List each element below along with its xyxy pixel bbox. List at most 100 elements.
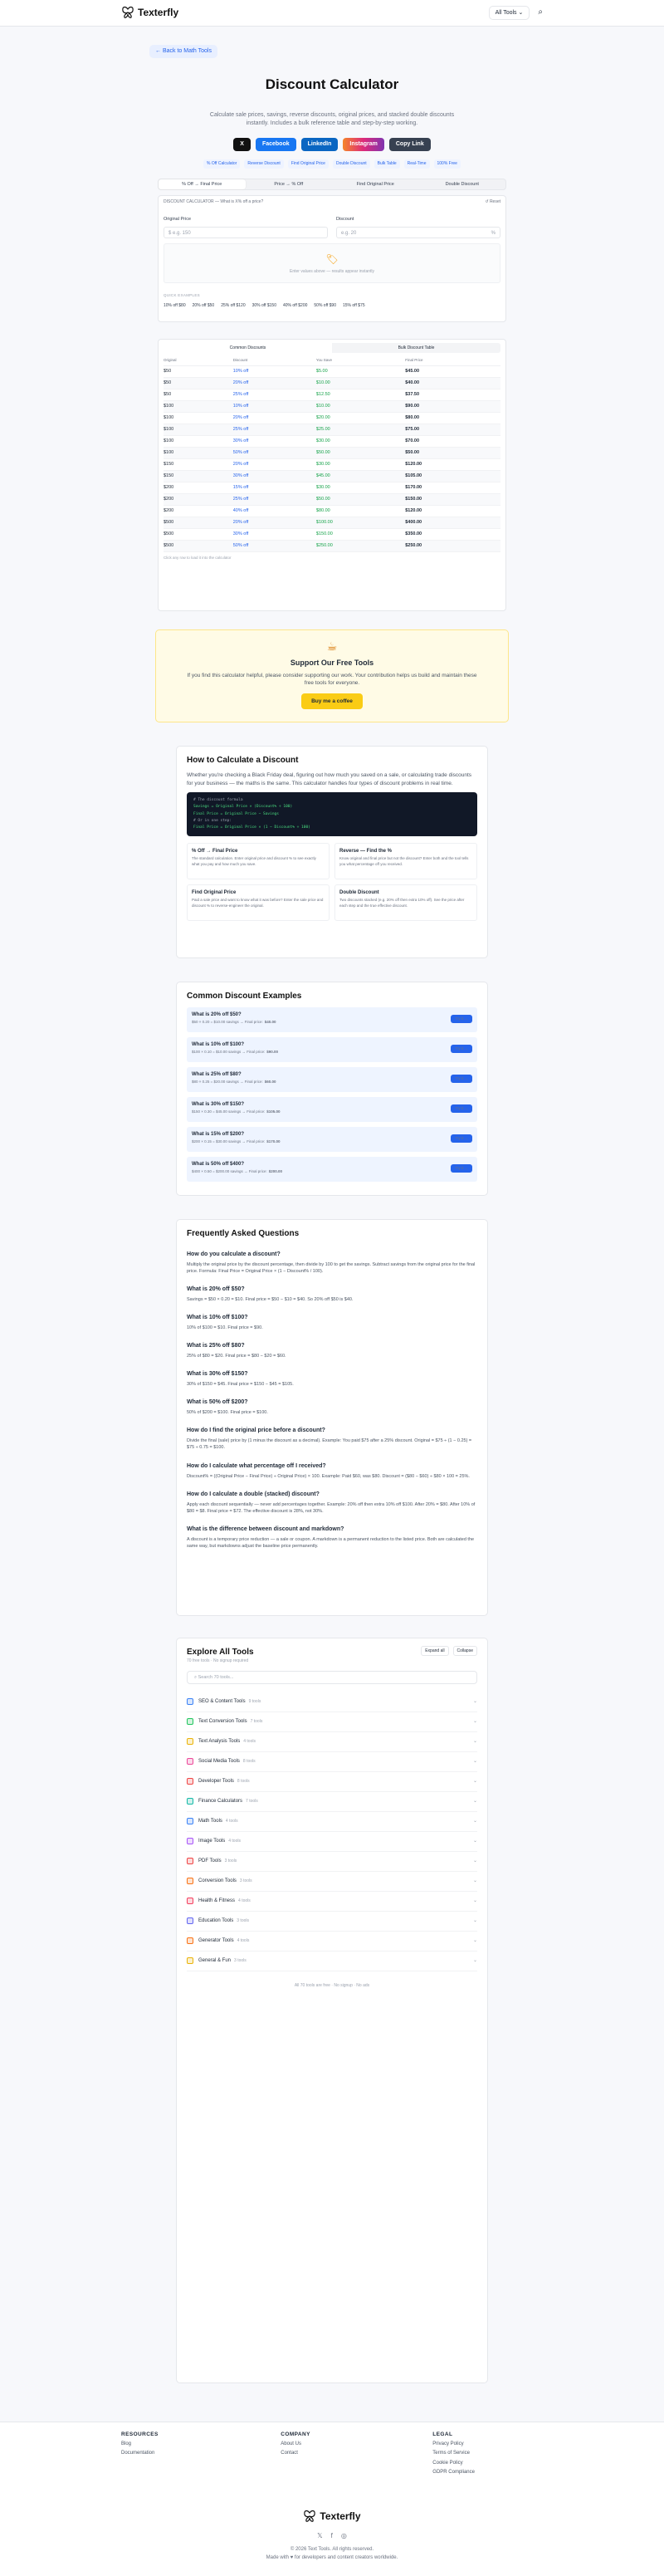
footer-link[interactable]: Blog [121, 2441, 159, 2447]
tab-percent-off[interactable]: % Off → Final Price [159, 179, 246, 189]
footer-link[interactable]: About Us [281, 2441, 310, 2447]
x-icon[interactable]: 𝕏 [317, 2531, 322, 2540]
tool-category[interactable]: Education Tools 3 tools ⌄ [187, 1912, 477, 1932]
tool-category[interactable]: Conversion Tools 3 tools ⌄ [187, 1872, 477, 1892]
example-final: $90.00 [266, 1050, 279, 1055]
type-desc: Two discounts stacked (e.g. 20% off then… [339, 898, 465, 908]
footer-link[interactable]: Contact [281, 2450, 310, 2456]
footer-logo[interactable]: Texterfly [121, 2510, 543, 2524]
instagram-icon[interactable]: ◎ [341, 2531, 347, 2540]
tool-category[interactable]: SEO & Content Tools 9 tools ⌄ [187, 1692, 477, 1712]
try-it-button[interactable]: Try it → [451, 1044, 472, 1054]
share-linkedin-button[interactable]: LinkedIn [300, 137, 339, 151]
faq-answer: Apply each discount sequentially — never… [187, 1501, 476, 1514]
table-row[interactable]: $200 15% off $30.00 $170.00 [164, 482, 500, 495]
table-row[interactable]: $200 40% off $80.00 $120.00 [164, 505, 500, 518]
category-count: 7 tools [250, 1718, 263, 1724]
explore-subtitle: 70 free tools · No signup required [187, 1658, 249, 1663]
tool-category[interactable]: Generator Tools 4 tools ⌄ [187, 1932, 477, 1952]
table-row[interactable]: $100 10% off $10.00 $90.00 [164, 400, 500, 414]
table-row[interactable]: $500 50% off $250.00 $250.00 [164, 540, 500, 553]
table-cell: $200 [164, 505, 233, 518]
table-cell: $30.00 [315, 482, 406, 495]
table-row[interactable]: $100 25% off $25.00 $75.00 [164, 424, 500, 437]
tool-category[interactable]: Health & Fitness 4 tools ⌄ [187, 1892, 477, 1912]
share-facebook-button[interactable]: Facebook [255, 137, 296, 151]
reset-button[interactable]: ↺ Reset [485, 199, 500, 205]
try-it-button[interactable]: Try it → [451, 1163, 472, 1173]
table-cell: $150 [164, 458, 233, 472]
discount-input[interactable]: e.g. 20% [336, 226, 500, 238]
tool-category[interactable]: Developer Tools 8 tools ⌄ [187, 1772, 477, 1792]
quick-example-button[interactable]: 40% off $200 [283, 303, 307, 309]
buy-coffee-button[interactable]: Buy me a coffee [301, 693, 363, 710]
example-card: What is 15% off $200? $200 × 0.15 = $30.0… [187, 1126, 477, 1152]
footer-column: LEGAL Privacy Policy Terms of Service Cooki… [432, 2431, 475, 2476]
top-navbar: Texterfly All Tools ⌄ ⌕ [0, 0, 664, 27]
footer-link[interactable]: Terms of Service [432, 2450, 475, 2456]
expand-all-button[interactable]: Expand all [421, 1645, 449, 1656]
share-x-button[interactable]: X [233, 137, 251, 151]
tool-category[interactable]: Text Conversion Tools 7 tools ⌄ [187, 1712, 477, 1732]
quick-example-button[interactable]: 50% off $90 [314, 303, 336, 309]
example-working: $150 × 0.30 = $45.00 savings → Final pri… [192, 1109, 266, 1114]
footer-link[interactable]: Documentation [121, 2450, 159, 2456]
table-row[interactable]: $50 10% off $5.00 $45.00 [164, 365, 500, 379]
tool-category[interactable]: Text Analysis Tools 4 tools ⌄ [187, 1732, 477, 1752]
collapse-button[interactable]: Collapse [452, 1645, 477, 1656]
table-row[interactable]: $150 30% off $45.00 $105.00 [164, 470, 500, 483]
share-instagram-button[interactable]: Instagram [343, 137, 384, 151]
footer-link[interactable]: Privacy Policy [432, 2441, 475, 2447]
tool-category[interactable]: PDF Tools 3 tools ⌄ [187, 1852, 477, 1872]
table-row[interactable]: $50 25% off $12.50 $37.50 [164, 389, 500, 402]
try-it-button[interactable]: Try it → [451, 1134, 472, 1144]
search-icon[interactable]: ⌕ [538, 7, 543, 18]
footer-link[interactable]: Cookie Policy [432, 2460, 475, 2466]
tool-category[interactable]: Math Tools 4 tools ⌄ [187, 1812, 477, 1832]
quick-example-button[interactable]: 30% off $150 [252, 303, 276, 309]
tab-common-discounts[interactable]: Common Discounts [164, 342, 332, 353]
quick-example-button[interactable]: 25% off $120 [221, 303, 245, 309]
brand-logo[interactable]: Texterfly [121, 6, 178, 20]
tab-double-discount[interactable]: Double Discount [419, 179, 506, 189]
faq-item: How do I calculate a double (stacked) di… [187, 1491, 477, 1515]
table-cell: $150 [164, 470, 233, 483]
quick-example-button[interactable]: 10% off $80 [164, 303, 186, 309]
table-row[interactable]: $100 50% off $50.00 $50.00 [164, 447, 500, 460]
back-to-math-tools-link[interactable]: ← Back to Math Tools [149, 45, 217, 58]
footer-link[interactable]: GDPR Compliance [432, 2469, 475, 2476]
all-tools-dropdown[interactable]: All Tools ⌄ [488, 5, 530, 21]
tab-bulk-table[interactable]: Bulk Discount Table [332, 343, 500, 353]
table-cell: $50.00 [315, 447, 406, 460]
table-row[interactable]: $150 20% off $30.00 $120.00 [164, 458, 500, 472]
tool-category[interactable]: Social Media Tools 8 tools ⌄ [187, 1752, 477, 1772]
chevron-down-icon: ⌄ [472, 1759, 477, 1765]
facebook-icon[interactable]: f [331, 2531, 333, 2540]
footer-column: COMPANY About Us Contact [281, 2431, 310, 2476]
try-it-button[interactable]: Try it → [451, 1104, 472, 1114]
original-price-input[interactable]: $ e.g. 150 [164, 226, 328, 238]
tab-price-to-percent[interactable]: Price → % Off [246, 179, 333, 189]
quick-example-button[interactable]: 20% off $50 [193, 303, 215, 309]
tab-find-original[interactable]: Find Original Price [332, 179, 419, 189]
tool-category[interactable]: Finance Calculators 7 tools ⌄ [187, 1792, 477, 1812]
table-row[interactable]: $100 30% off $30.00 $70.00 [164, 435, 500, 448]
faq-answer: Discount% = ((Original Price − Final Pri… [187, 1473, 470, 1479]
try-it-button[interactable]: Try it → [451, 1074, 472, 1084]
table-row[interactable]: $200 25% off $50.00 $150.00 [164, 493, 500, 507]
category-count: 3 tools [237, 1917, 249, 1923]
table-row[interactable]: $500 30% off $150.00 $350.00 [164, 528, 500, 541]
category-icon [187, 1898, 193, 1905]
example-final: $40.00 [264, 1020, 276, 1025]
percent-unit: % [491, 230, 496, 236]
table-row[interactable]: $500 20% off $100.00 $400.00 [164, 517, 500, 530]
tools-search-input[interactable]: ⌕ Search 70 tools... [187, 1670, 477, 1684]
try-it-button[interactable]: Try it → [451, 1014, 472, 1024]
table-row[interactable]: $100 20% off $20.00 $80.00 [164, 412, 500, 425]
quick-example-button[interactable]: 15% off $75 [343, 303, 365, 309]
tool-category[interactable]: Image Tools 4 tools ⌄ [187, 1832, 477, 1852]
section-title: Common Discount Examples [187, 991, 302, 1001]
table-row[interactable]: $50 20% off $10.00 $40.00 [164, 377, 500, 390]
copy-link-button[interactable]: Copy Link [388, 137, 431, 151]
tool-category[interactable]: General & Fun 3 tools ⌄ [187, 1952, 477, 1971]
